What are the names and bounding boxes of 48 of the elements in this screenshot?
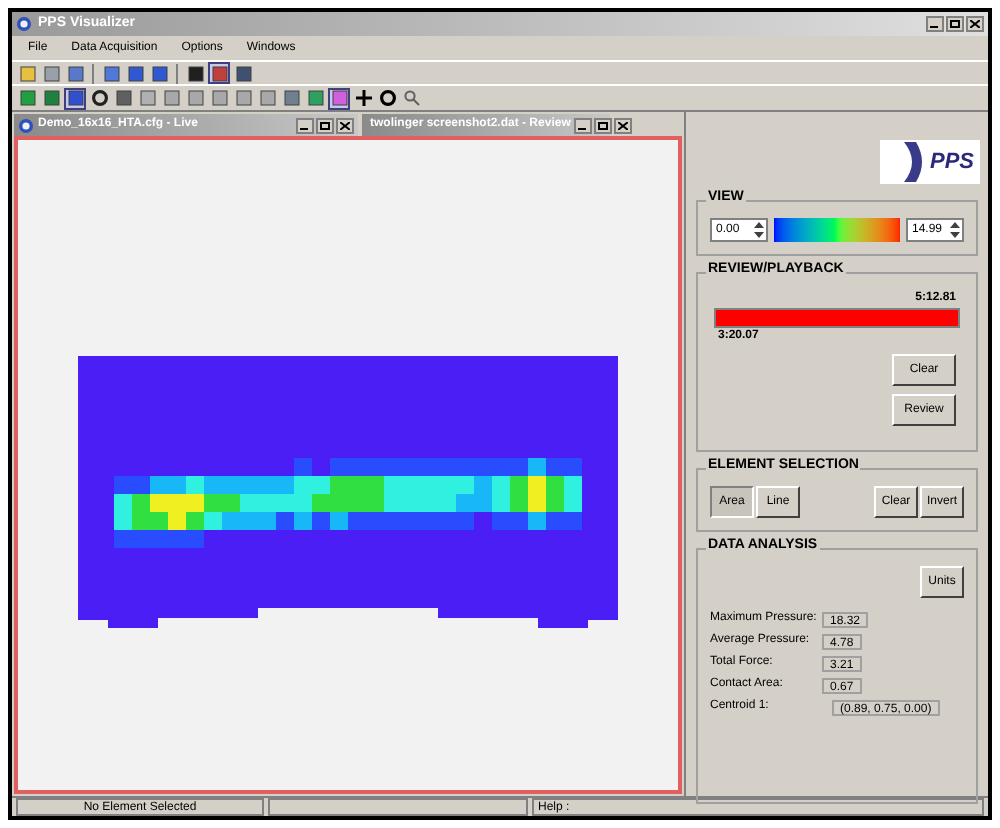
color-scale-bar <box>774 218 900 242</box>
close-icon <box>618 121 629 129</box>
spinner-arrows-icon <box>752 220 766 240</box>
bar-3d-tool-button[interactable] <box>40 87 62 109</box>
cascade-tool-button[interactable] <box>100 62 122 84</box>
move-icon <box>355 90 371 106</box>
pointer-tool-button[interactable] <box>112 87 134 109</box>
minimize-button[interactable] <box>926 16 944 32</box>
folder-tool-button[interactable] <box>16 62 38 84</box>
minimize-button[interactable] <box>574 117 593 133</box>
contour-tool-button[interactable] <box>64 87 86 109</box>
maximize-icon <box>320 121 330 129</box>
cube-tool-button[interactable] <box>280 87 302 109</box>
percent-tool-button[interactable] <box>304 87 326 109</box>
move-tool-button[interactable] <box>352 87 374 109</box>
maximize-button[interactable] <box>316 117 334 133</box>
files-tool-button[interactable] <box>64 62 86 84</box>
ball-icon <box>91 90 107 106</box>
close-button[interactable] <box>614 117 633 133</box>
logo-text: PPS <box>929 147 974 178</box>
magnifier-tool-button[interactable] <box>400 87 422 109</box>
swoosh-icon <box>899 142 928 182</box>
help-tool-button[interactable] <box>208 62 230 84</box>
footprint-tool-button[interactable] <box>184 62 206 84</box>
camera-tool-button[interactable] <box>232 62 254 84</box>
maximize-button[interactable] <box>594 117 613 133</box>
gear-tool-button[interactable] <box>136 87 158 109</box>
close-button[interactable] <box>966 16 984 32</box>
maximize-icon <box>950 20 960 28</box>
app-icon <box>16 16 32 32</box>
close-button[interactable] <box>336 117 354 133</box>
minimize-icon <box>930 20 940 28</box>
close-icon <box>340 121 350 129</box>
ball-tool-button[interactable] <box>88 87 110 109</box>
disk-tool-button[interactable] <box>40 62 62 84</box>
close-icon <box>970 20 980 28</box>
minimize-button[interactable] <box>296 117 314 133</box>
cube-tool-button[interactable] <box>232 87 254 109</box>
spinner-arrows-icon <box>948 220 962 240</box>
square-tool-button[interactable] <box>328 87 350 109</box>
maximize-icon <box>598 121 609 129</box>
color-map-tool-button[interactable] <box>16 87 38 109</box>
maximize-button[interactable] <box>946 16 964 32</box>
tile-vertical-tool-button[interactable] <box>124 62 146 84</box>
tile-horizontal-tool-button[interactable] <box>148 62 170 84</box>
magnifier-icon <box>403 90 419 106</box>
rotate-tool-button[interactable] <box>376 87 398 109</box>
cube-tool-button[interactable] <box>256 87 278 109</box>
